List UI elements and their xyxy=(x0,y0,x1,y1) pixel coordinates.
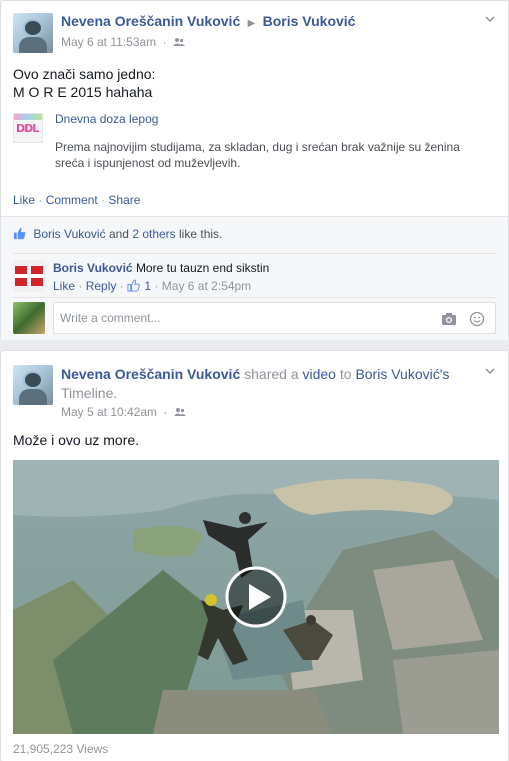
feed-story-2: Nevena Oreščanin Vuković shared a video … xyxy=(0,350,509,761)
comment-like-link[interactable]: Like xyxy=(53,279,75,293)
viewer-avatar xyxy=(13,302,45,334)
liker-name-link[interactable]: Boris Vuković xyxy=(33,227,105,241)
comment-action[interactable]: Comment xyxy=(46,193,98,207)
ddl-logo-text: DDL xyxy=(16,122,39,135)
comment-actions: Like · Reply · 1 · May 6 at 2:54pm xyxy=(53,279,252,293)
chevron-down-icon[interactable] xyxy=(484,365,496,377)
author-name-link[interactable]: Nevena Oreščanin Vuković xyxy=(61,366,240,382)
timestamp-link[interactable]: May 5 at 10:42am xyxy=(61,405,157,419)
story-meta: May 6 at 11:53am · xyxy=(61,35,185,49)
arrow-icon: ▶ xyxy=(247,18,256,29)
comment-composer xyxy=(13,297,496,341)
post-text: Može i ovo uz more. xyxy=(13,432,140,448)
friends-icon[interactable] xyxy=(173,407,186,417)
timestamp-link[interactable]: May 6 at 11:53am xyxy=(61,35,156,49)
camera-icon[interactable] xyxy=(441,311,457,327)
comment-text: More tu tauzn end sikstin xyxy=(135,261,270,275)
video-link[interactable]: video xyxy=(303,366,336,382)
thumbs-up-icon xyxy=(13,227,26,240)
post-text-line1: Ovo znači samo jedno: xyxy=(13,66,156,82)
author-avatar[interactable] xyxy=(13,13,53,53)
comment-input[interactable] xyxy=(54,303,414,333)
others-link[interactable]: 2 others xyxy=(132,227,175,241)
view-count: 21,905,223 Views xyxy=(13,742,109,756)
comment-like-count[interactable]: 1 xyxy=(144,279,151,293)
likes-summary: Boris Vuković and 2 others like this. xyxy=(13,227,222,241)
author-avatar[interactable] xyxy=(13,365,53,405)
like-action[interactable]: Like xyxy=(13,193,35,207)
link-thumbnail[interactable]: DDL xyxy=(13,113,43,143)
story-meta: May 5 at 10:42am · xyxy=(61,405,186,419)
story-actions: Like · Comment · Share xyxy=(13,193,141,207)
share-action[interactable]: Share xyxy=(108,193,140,207)
ufi-section: Boris Vuković and 2 others like this. Bo… xyxy=(1,216,508,340)
thumbs-up-icon xyxy=(127,279,140,292)
comment-reply-link[interactable]: Reply xyxy=(86,279,117,293)
target-name-link[interactable]: Boris Vuković's xyxy=(355,366,449,382)
comment-body: Boris Vuković More tu tauzn end sikstin xyxy=(53,261,269,275)
comment-author-link[interactable]: Boris Vuković xyxy=(53,261,133,275)
commenter-avatar[interactable] xyxy=(13,260,45,292)
friends-icon[interactable] xyxy=(172,37,185,47)
feed-story-1: Nevena Oreščanin Vuković ▶ Boris Vuković… xyxy=(0,0,509,340)
comment: Boris Vuković More tu tauzn end sikstin … xyxy=(13,253,496,297)
post-text-line2: M O R E 2015 hahaha xyxy=(13,84,153,100)
flag-avatar-image xyxy=(13,260,45,292)
comment-time[interactable]: May 6 at 2:54pm xyxy=(162,279,251,293)
chevron-down-icon[interactable] xyxy=(484,13,496,25)
video-player[interactable] xyxy=(13,460,499,734)
comment-input-box[interactable] xyxy=(53,302,496,334)
author-name-link[interactable]: Nevena Oreščanin Vuković xyxy=(61,13,240,29)
story-header: Nevena Oreščanin Vuković shared a video … xyxy=(61,366,450,401)
target-name-link[interactable]: Boris Vuković xyxy=(263,13,356,29)
emoji-icon[interactable] xyxy=(469,311,485,327)
link-title[interactable]: Dnevna doza lepog xyxy=(55,112,158,126)
story-header: Nevena Oreščanin Vuković ▶ Boris Vuković xyxy=(61,13,355,29)
play-icon[interactable] xyxy=(224,565,288,629)
link-description: Prema najnovijim studijama, za skladan, … xyxy=(55,140,460,170)
